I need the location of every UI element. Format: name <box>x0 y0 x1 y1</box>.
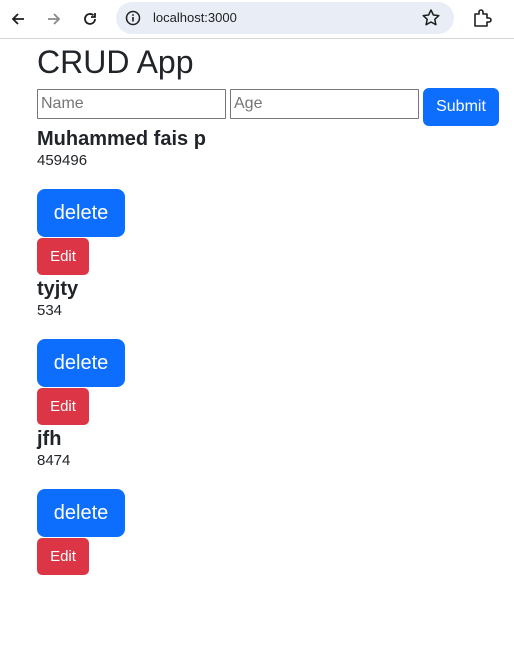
url-text[interactable]: localhost:3000 <box>153 10 237 25</box>
back-arrow-icon[interactable] <box>6 7 30 31</box>
record-item: jfh 8474 delete Edit <box>37 427 337 577</box>
record-item: tyjty 534 delete Edit <box>37 277 337 427</box>
submit-button[interactable]: Submit <box>423 88 499 126</box>
record-age: 8474 <box>37 452 71 469</box>
record-name: Muhammed fais p <box>37 128 206 150</box>
record-name: jfh <box>37 428 62 450</box>
bookmark-star-icon[interactable] <box>420 7 442 29</box>
delete-button[interactable]: delete <box>37 339 125 387</box>
name-input[interactable] <box>37 89 226 119</box>
reload-icon[interactable] <box>78 7 102 31</box>
record-age: 459496 <box>37 152 88 169</box>
delete-button[interactable]: delete <box>37 489 125 537</box>
edit-button[interactable]: Edit <box>37 238 89 275</box>
browser-toolbar: localhost:3000 <box>0 0 514 39</box>
delete-button[interactable]: delete <box>37 189 125 237</box>
page-title: CRUD App <box>37 44 194 80</box>
record-age: 534 <box>37 302 63 319</box>
edit-button[interactable]: Edit <box>37 388 89 425</box>
age-input[interactable] <box>230 89 419 119</box>
add-record-form: Submit <box>37 88 507 126</box>
record-item: Muhammed fais p 459496 delete Edit <box>37 127 337 277</box>
address-bar[interactable]: localhost:3000 <box>116 2 454 34</box>
extensions-icon[interactable] <box>470 7 494 31</box>
edit-button[interactable]: Edit <box>37 538 89 575</box>
site-info-icon[interactable] <box>124 9 142 27</box>
forward-arrow-icon[interactable] <box>42 7 66 31</box>
record-name: tyjty <box>37 278 79 300</box>
